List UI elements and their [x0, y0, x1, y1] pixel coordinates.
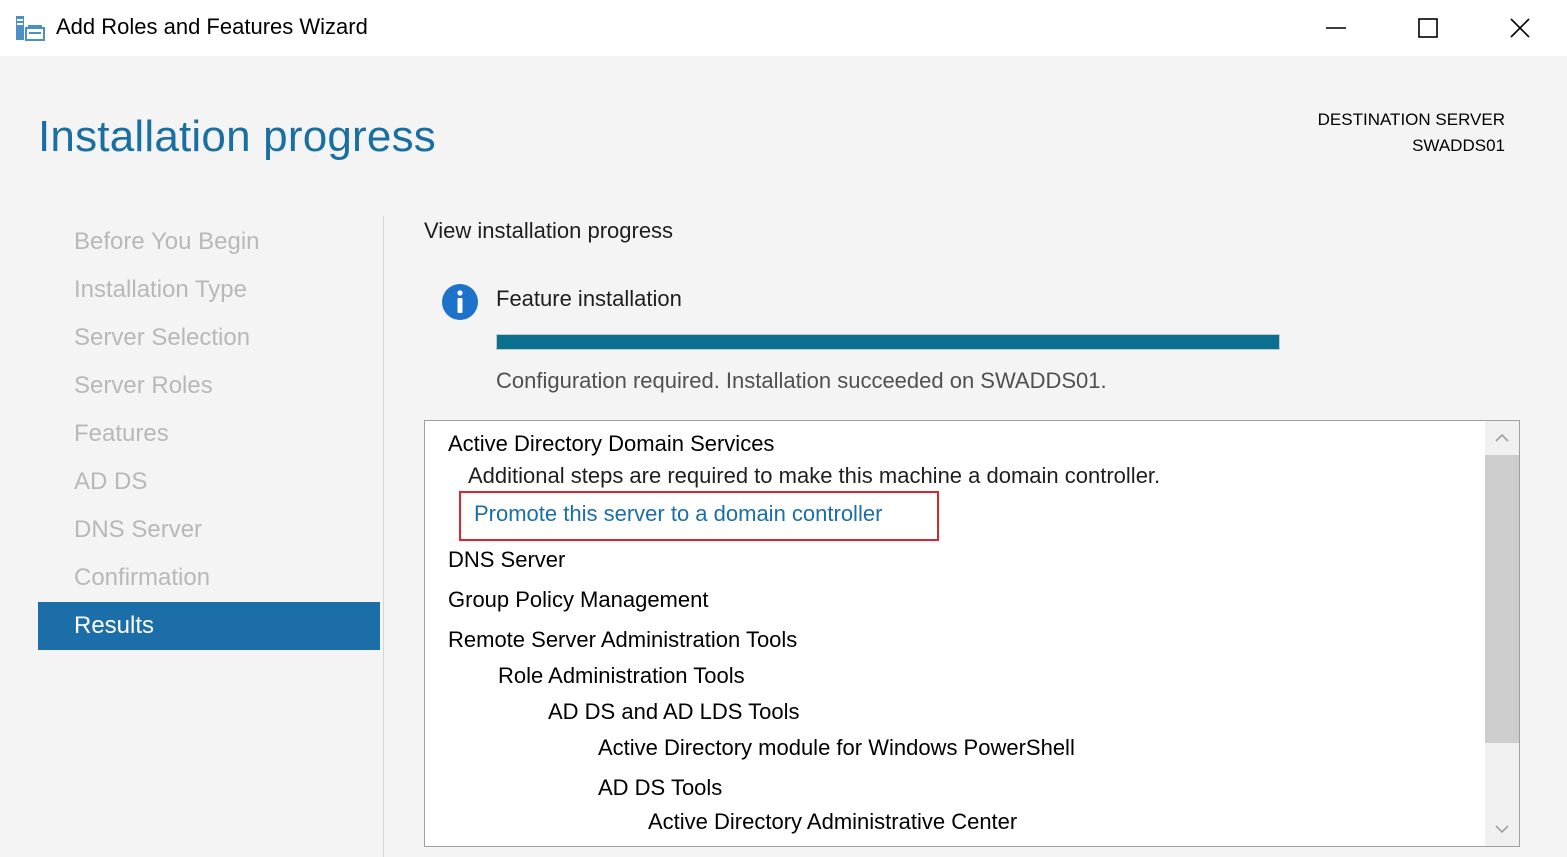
- result-group-policy-management: Group Policy Management: [448, 587, 709, 612]
- feature-installation-label: Feature installation: [496, 286, 682, 311]
- destination-server-name: SWADDS01: [1412, 136, 1505, 155]
- nav-item-installation-type[interactable]: Installation Type: [38, 266, 380, 314]
- promote-domain-controller-link[interactable]: Promote this server to a domain controll…: [474, 501, 882, 527]
- close-icon: [1510, 18, 1530, 38]
- scroll-thumb[interactable]: [1485, 455, 1519, 743]
- server-manager-icon: [14, 12, 46, 42]
- nav-item-features[interactable]: Features: [38, 410, 380, 458]
- info-icon: [441, 283, 479, 321]
- scroll-down-button[interactable]: [1485, 812, 1519, 846]
- nav-item-results[interactable]: Results: [38, 602, 380, 650]
- scroll-up-button[interactable]: [1485, 421, 1519, 455]
- result-ad-ds-tools: AD DS Tools: [598, 775, 723, 800]
- nav-item-confirmation[interactable]: Confirmation: [38, 554, 380, 602]
- results-content: Active Directory Domain Services Additio…: [425, 421, 1485, 846]
- progress-fill: [497, 335, 1279, 349]
- nav-item-ad-ds[interactable]: AD DS: [38, 458, 380, 506]
- section-heading: View installation progress: [424, 218, 674, 243]
- maximize-button[interactable]: [1382, 0, 1474, 56]
- result-ad-ds: Active Directory Domain Services: [448, 431, 775, 456]
- maximize-icon: [1418, 18, 1438, 38]
- result-ad-ds-and-ad-lds-tools: AD DS and AD LDS Tools: [548, 699, 800, 724]
- result-dns-server: DNS Server: [448, 547, 566, 572]
- chevron-up-icon: [1495, 433, 1509, 442]
- chevron-down-icon: [1495, 825, 1509, 834]
- results-list: Active Directory Domain Services Additio…: [424, 420, 1520, 847]
- nav-item-dns-server[interactable]: DNS Server: [38, 506, 380, 554]
- minimize-icon: [1326, 27, 1346, 29]
- nav-item-before-you-begin[interactable]: Before You Begin: [38, 218, 380, 266]
- destination-server-label: DESTINATION SERVER: [1317, 110, 1505, 129]
- installation-progress-bar: [496, 334, 1280, 350]
- result-ad-powershell-module: Active Directory module for Windows Powe…: [598, 735, 1075, 760]
- wizard-header: Installation progress DESTINATION SERVER…: [0, 56, 1567, 186]
- result-rsat: Remote Server Administration Tools: [448, 627, 798, 652]
- minimize-button[interactable]: [1290, 0, 1382, 56]
- result-ad-ds-note: Additional steps are required to make th…: [468, 463, 1161, 488]
- title-bar: Add Roles and Features Wizard: [0, 0, 1567, 56]
- page-title: Installation progress: [38, 112, 436, 161]
- wizard-nav: Before You Begin Installation Type Serve…: [38, 218, 380, 650]
- installation-status: Configuration required. Installation suc…: [496, 368, 1107, 393]
- result-ad-administrative-center: Active Directory Administrative Center: [648, 809, 1018, 834]
- nav-divider: [383, 216, 384, 857]
- nav-item-server-selection[interactable]: Server Selection: [38, 314, 380, 362]
- window-title: Add Roles and Features Wizard: [56, 14, 368, 39]
- wizard-content: Before You Begin Installation Type Serve…: [0, 186, 1567, 857]
- nav-item-server-roles[interactable]: Server Roles: [38, 362, 380, 410]
- result-role-administration-tools: Role Administration Tools: [498, 663, 745, 688]
- results-scrollbar[interactable]: [1485, 421, 1519, 846]
- close-button[interactable]: [1474, 0, 1566, 56]
